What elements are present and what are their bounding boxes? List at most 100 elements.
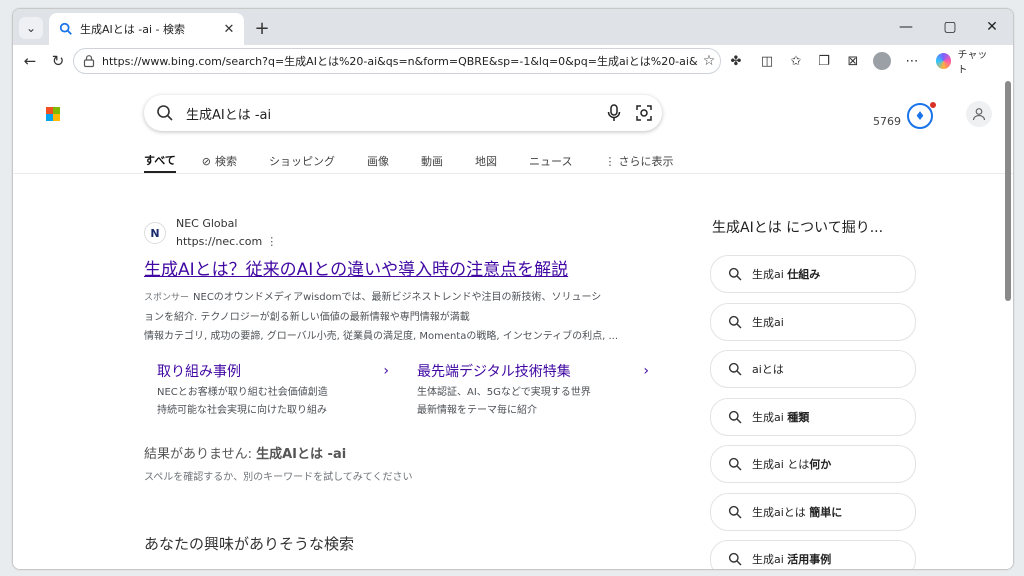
search-icon [728, 505, 742, 518]
vertical-ellipsis-icon: ⋮ [604, 154, 616, 168]
close-icon: ✕ [986, 19, 998, 35]
tab-bar: ⌄ 生成AIとは -ai - 検索 ✕ + — ▢ ✕ [13, 9, 1013, 45]
account-icon[interactable] [966, 101, 992, 127]
scope-shopping[interactable]: ショッピング [269, 149, 335, 173]
sitelink: 取り組み事例 › NECとお客様が取り組む社会価値創造 持続可能な社会実現に向けた取… [157, 361, 417, 420]
notification-dot [930, 102, 936, 108]
related-search-item[interactable]: aiとは [710, 350, 916, 388]
sitelink-title[interactable]: 取り組み事例 › [157, 361, 417, 381]
star-icon[interactable]: ☆ [698, 51, 720, 71]
sponsor-label: スポンサー [144, 293, 190, 303]
browser-window: ⌄ 生成AIとは -ai - 検索 ✕ + — ▢ ✕ ← ↻ https://… [12, 8, 1014, 570]
search-box[interactable]: 生成AIとは -ai [144, 95, 662, 131]
vertical-ellipsis-icon[interactable]: ⋮ [266, 235, 277, 248]
chevron-right-icon: › [383, 363, 389, 379]
result-site[interactable]: N NEC Global https://nec.com ⋮ [144, 217, 664, 249]
new-tab-button[interactable]: + [251, 17, 273, 39]
puzzle-icon: ✤ [730, 53, 742, 69]
scrollbar-thumb[interactable] [1005, 81, 1011, 301]
sitelinks: 取り組み事例 › NECとお客様が取り組む社会価値創造 持続可能な社会実現に向けた取… [157, 361, 677, 420]
search-icon [157, 105, 173, 121]
close-window-button[interactable]: ✕ [971, 9, 1013, 45]
scope-more[interactable]: ⋮ さらに表示 [604, 149, 673, 173]
refresh-button[interactable]: ↻ [45, 49, 71, 73]
site-favicon: N [144, 222, 166, 244]
scope-maps[interactable]: 地図 [475, 149, 497, 173]
search-icon [728, 362, 742, 376]
profile-avatar[interactable] [873, 52, 891, 70]
browser-toolbar: ← ↻ https://www.bing.com/search?q=生成AIとは… [13, 45, 1013, 78]
sidebar-related-list: 生成ai 仕組み 生成ai aiとは 生成ai 種類 生成ai とは何か 生成a… [710, 255, 916, 569]
copilot-button[interactable]: チャット [930, 49, 996, 76]
more-menu-button[interactable]: ⋯ [901, 51, 923, 71]
search-icon [728, 552, 742, 566]
related-search-item[interactable]: 生成aiとは 簡単に [710, 492, 916, 531]
extensions-button[interactable]: ✤ [725, 51, 747, 71]
chevron-down-icon: ⌄ [25, 21, 37, 35]
sitelink-desc: NECとお客様が取り組む社会価値創造 持続可能な社会実現に向けた取り組み [157, 387, 328, 416]
related-search-item[interactable]: 生成ai 活用事例 [710, 540, 916, 569]
visual-search-icon[interactable] [632, 101, 656, 125]
sitelink-desc: 生体認証、AI、5Gなどで実現する世界 最新情報をテーマ毎に紹介 [417, 387, 591, 416]
back-button[interactable]: ← [17, 49, 43, 73]
scope-videos[interactable]: 動画 [421, 149, 443, 173]
search-icon [728, 267, 742, 281]
address-url: https://www.bing.com/search?q=生成AIとは%20-… [102, 55, 698, 68]
site-name: NEC Global [176, 217, 238, 230]
sitelink: 最先端デジタル技術特集 › 生体認証、AI、5Gなどで実現する世界 最新情報をテーマ… [417, 361, 677, 420]
collections-icon: ❐ [818, 53, 830, 69]
no-results-message: 結果がありません: 生成AIとは -ai [144, 447, 347, 462]
screenshot-button[interactable]: ⊠ [842, 51, 864, 71]
page-scrollbar[interactable] [1005, 81, 1011, 565]
rewards-count: 5769 [873, 115, 901, 128]
screenshot-icon: ⊠ [847, 53, 859, 69]
result-title-link[interactable]: 生成AIとは？従来のAIとの違いや導入時の注意点を解説 [144, 255, 664, 280]
related-search-item[interactable]: 生成ai とは何か [710, 445, 916, 483]
ellipsis-icon: ⋯ [905, 53, 919, 69]
collections-button[interactable]: ❐ [813, 51, 835, 71]
arrow-left-icon: ← [23, 52, 37, 70]
chevron-right-icon: › [643, 363, 649, 379]
favorites-icon: ✩ [790, 53, 802, 69]
scope-images[interactable]: 画像 [367, 149, 389, 173]
scope-all[interactable]: すべて [144, 149, 176, 173]
address-bar[interactable]: https://www.bing.com/search?q=生成AIとは%20-… [73, 48, 721, 74]
copilot-search-icon: ⊘ [201, 154, 212, 168]
split-screen-icon: ◫ [760, 53, 774, 69]
search-input[interactable]: 生成AIとは -ai [186, 104, 602, 123]
minimize-button[interactable]: — [885, 9, 927, 45]
related-search-item[interactable]: 生成ai 仕組み [710, 255, 916, 293]
lock-icon [83, 55, 95, 68]
minimize-icon: — [899, 19, 913, 35]
related-search-item[interactable]: 生成ai [710, 302, 916, 341]
tab-list-button[interactable]: ⌄ [19, 17, 43, 39]
tab-title: 生成AIとは -ai - 検索 [80, 23, 185, 36]
microsoft-logo-icon[interactable] [46, 107, 60, 121]
close-icon[interactable]: ✕ [220, 20, 238, 38]
maximize-button[interactable]: ▢ [929, 9, 971, 45]
search-icon [728, 457, 742, 471]
search-icon [728, 315, 742, 328]
scope-copilot-search[interactable]: ⊘ 検索 [202, 149, 237, 173]
microphone-icon[interactable] [602, 101, 626, 125]
scope-news[interactable]: ニュース [529, 149, 572, 173]
related-search-item[interactable]: 生成ai 種類 [710, 397, 916, 436]
split-screen-button[interactable]: ◫ [756, 51, 778, 71]
copilot-label: チャット [957, 50, 988, 76]
sidebar-heading: 生成AIとは について掘り... [712, 220, 884, 236]
result-snippet: スポンサー NECのオウンドメディアwisdomでは、最新ビジネストレンドや注目の… [144, 292, 619, 342]
divider [13, 173, 1013, 174]
copilot-icon [936, 53, 952, 69]
search-icon [728, 410, 742, 423]
search-icon [59, 22, 72, 35]
site-url: https://nec.com [176, 235, 263, 248]
refresh-icon: ↻ [51, 52, 65, 70]
ad-result: N NEC Global https://nec.com ⋮ 生成AIとは？従来の… [144, 217, 664, 346]
rewards-icon[interactable]: ♦ [907, 103, 933, 129]
plus-icon: + [254, 17, 270, 39]
sitelink-title[interactable]: 最先端デジタル技術特集 › [417, 361, 677, 381]
maximize-icon: ▢ [943, 19, 957, 35]
favorites-button[interactable]: ✩ [785, 51, 807, 71]
tab-active[interactable]: 生成AIとは -ai - 検索 ✕ [49, 13, 244, 45]
related-searches-heading: あなたの興味がありそうな検索 [144, 535, 355, 553]
